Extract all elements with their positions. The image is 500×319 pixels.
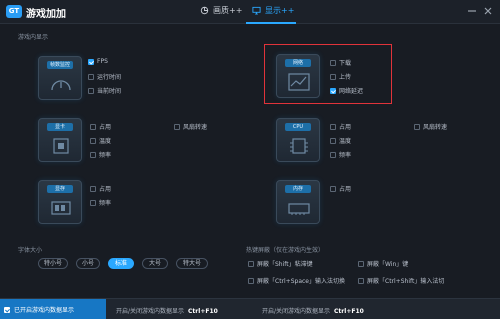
ingame-display-label: 已开启游戏内数据显示 [14,307,75,314]
gpu-option-temperature[interactable]: 温度 [90,136,111,145]
cpu-temperature-checkbox[interactable] [330,137,336,144]
block-ctrl-shift-option[interactable]: 屏蔽「Ctrl+Shift」输入法切 [358,276,444,285]
hotkey-key-1: Ctrl+F10 [188,308,218,315]
cpu-frequency-checkbox[interactable] [330,151,336,158]
vram-option-frequency[interactable]: 频率 [90,198,111,207]
ram-usage-checkbox[interactable] [330,185,336,192]
cpu-option-usage[interactable]: 占用 [330,122,351,131]
cpu-module-tile[interactable]: CPU [276,118,320,162]
font-size-standard-button[interactable]: 标准 [108,258,134,269]
close-icon[interactable] [482,5,494,17]
gpu-fan-checkbox[interactable] [174,123,180,130]
fps-option-runtime[interactable]: 运行时间 [88,72,121,81]
section-display-title: 游戏内显示 [18,34,49,41]
cpu-fan-checkbox[interactable] [414,123,420,130]
gpu-chip-icon [53,138,69,154]
current-time-checkbox[interactable] [88,87,94,94]
highlight-box [264,44,392,104]
active-tab-indicator [246,22,296,24]
gpu-option-usage[interactable]: 占用 [90,122,111,131]
block-win-key-option[interactable]: 屏蔽「Win」键 [358,259,408,268]
gpu-frequency-checkbox[interactable] [90,151,96,158]
title-bar: GT 游戏加加 画质++ 显示++ [0,0,500,24]
runtime-checkbox[interactable] [88,73,94,80]
cpu-option-temperature[interactable]: 温度 [330,136,351,145]
vram-card-icon [51,201,71,215]
ram-stick-icon [288,203,310,215]
cpu-option-frequency[interactable]: 频率 [330,150,351,159]
hotkey-info-1: 开启/关闭游戏内数据显示 Ctrl+F10 [116,308,218,315]
font-size-xlarge-button[interactable]: 特大号 [176,258,208,269]
app-name: 游戏加加 [26,9,66,20]
gpu-usage-checkbox[interactable] [90,123,96,130]
vram-module-tile[interactable]: 显存 [38,180,82,224]
block-sticky-keys-option[interactable]: 屏蔽「Shift」粘滞键 [248,259,313,268]
fps-module-tile[interactable]: 帧数监控 [38,56,82,100]
ingame-display-checkbox[interactable] [4,306,10,313]
hotkey-info-2: 开启/关闭游戏内数据显示 Ctrl+F10 [262,308,364,315]
hotkey-key-2: Ctrl+F10 [334,308,364,315]
tab-display[interactable]: 显示++ [252,5,294,16]
ram-module-tile[interactable]: 内存 [276,180,320,224]
minimize-icon[interactable] [466,5,478,17]
fps-option-current-time[interactable]: 当前时间 [88,86,121,95]
gpu-option-frequency[interactable]: 频率 [90,150,111,159]
font-size-label: 字体大小 [18,247,43,254]
vram-tile-label: 显存 [47,185,73,193]
gpu-tile-label: 显卡 [47,123,73,131]
app-logo: GT [6,5,22,18]
vram-option-usage[interactable]: 占用 [90,184,111,193]
block-sticky-keys-checkbox[interactable] [248,260,254,267]
hotkey-block-label: 热键屏蔽（仅在游戏内生效） [246,247,325,254]
gpu-module-tile[interactable]: 显卡 [38,118,82,162]
cpu-usage-checkbox[interactable] [330,123,336,130]
vram-usage-checkbox[interactable] [90,185,96,192]
cpu-tile-label: CPU [285,123,311,131]
block-ctrl-shift-checkbox[interactable] [358,277,364,284]
font-size-large-button[interactable]: 大号 [142,258,168,269]
fps-checkbox[interactable] [88,58,94,65]
block-ctrl-space-option[interactable]: 屏蔽「Ctrl+Space」输入法切换 [248,276,345,285]
tab-display-label: 显示++ [265,6,295,15]
footer-bar: 已开启游戏内数据显示 开启/关闭游戏内数据显示 Ctrl+F10 开启/关闭游戏内… [0,298,500,319]
tab-graphics-label: 画质++ [213,6,243,15]
fps-tile-label: 帧数监控 [47,61,73,69]
ram-tile-label: 内存 [285,185,311,193]
ingame-display-toggle[interactable]: 已开启游戏内数据显示 [0,299,106,319]
vram-frequency-checkbox[interactable] [90,199,96,206]
gpu-temperature-checkbox[interactable] [90,137,96,144]
monitor-icon [252,6,261,15]
block-win-key-checkbox[interactable] [358,260,364,267]
font-size-small-button[interactable]: 小号 [76,258,100,269]
block-ctrl-space-checkbox[interactable] [248,277,254,284]
tab-graphics[interactable]: 画质++ [200,5,242,16]
gpu-option-fan-speed[interactable]: 风扇转速 [174,122,207,131]
ram-option-usage[interactable]: 占用 [330,184,351,193]
graphics-icon [200,6,209,15]
cpu-chip-icon [290,138,308,154]
font-size-xsmall-button[interactable]: 特小号 [38,258,68,269]
fps-option-fps[interactable]: FPS [88,58,108,65]
cpu-option-fan-speed[interactable]: 风扇转速 [414,122,447,131]
gauge-icon [51,80,71,91]
